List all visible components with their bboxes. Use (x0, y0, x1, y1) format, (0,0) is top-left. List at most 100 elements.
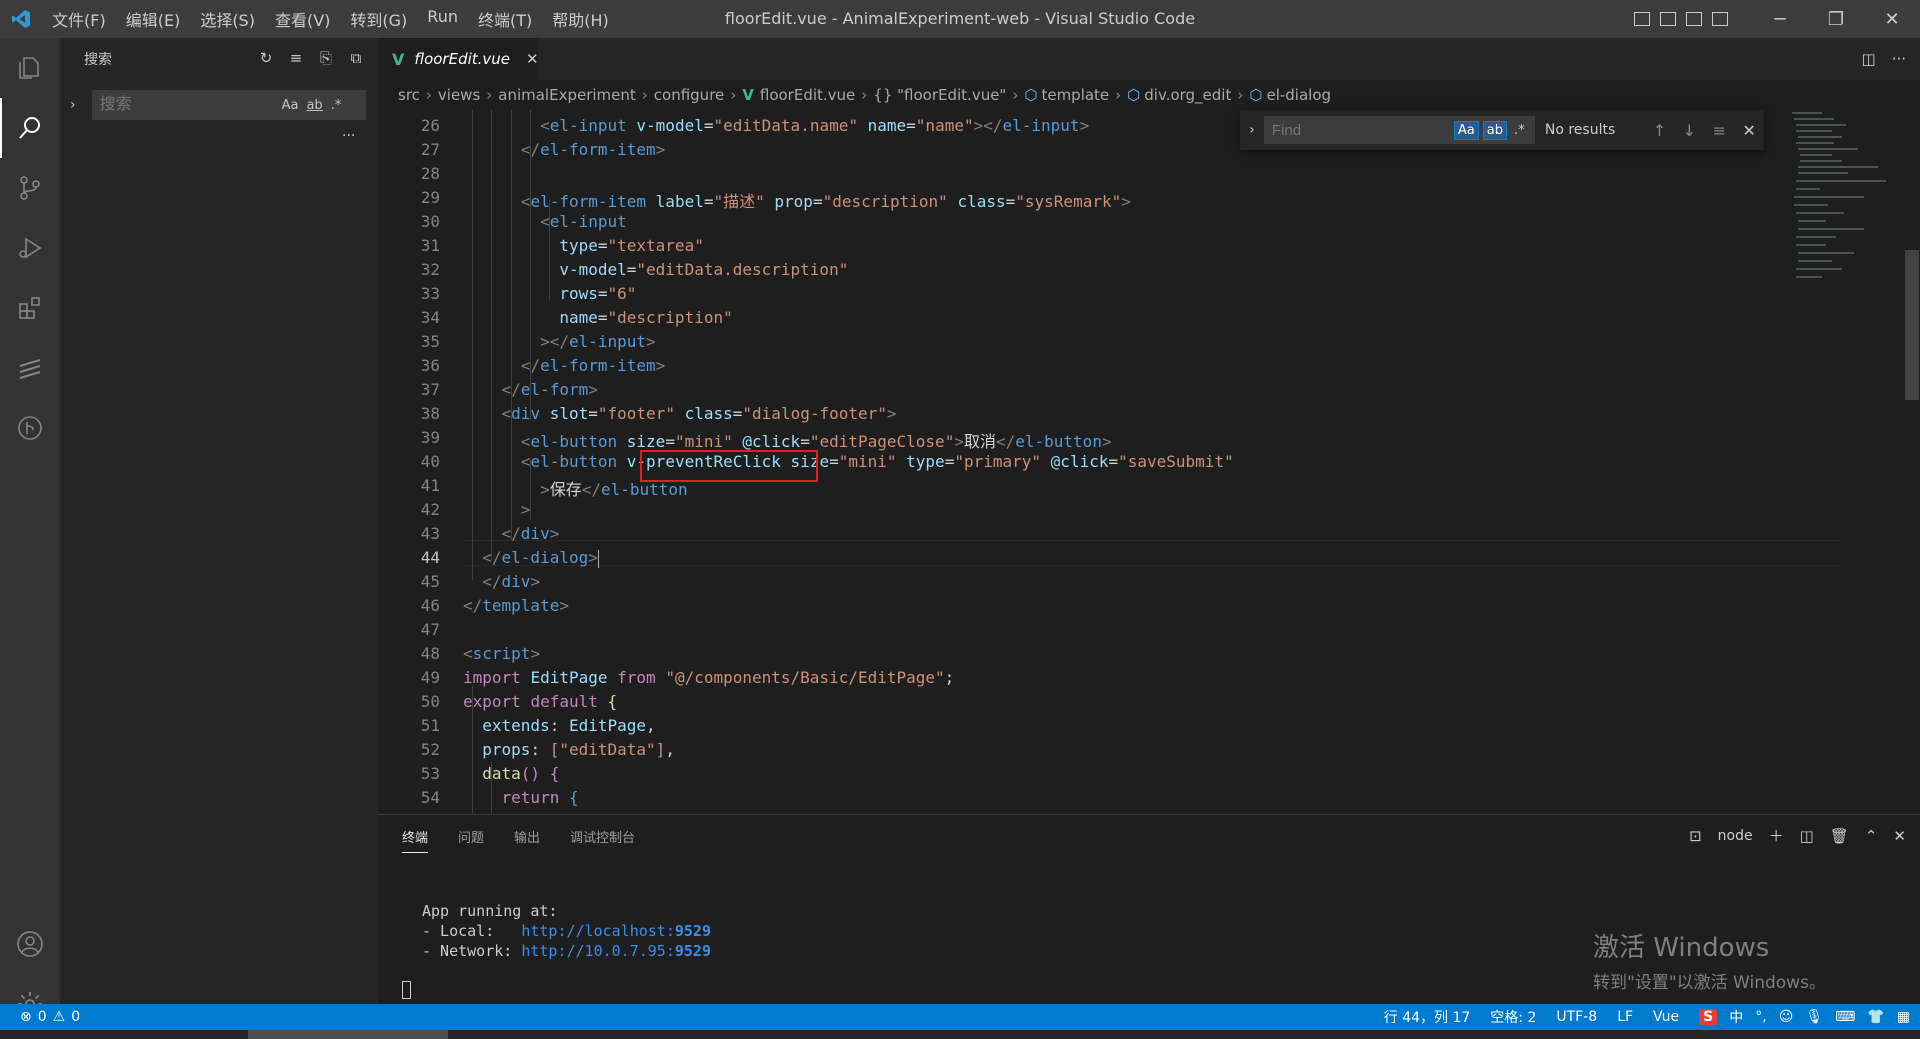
terminal-shell-name[interactable]: node (1718, 828, 1753, 844)
breadcrumb-item[interactable]: el-dialog (1266, 86, 1331, 104)
editor-scrollbar[interactable] (1905, 250, 1919, 400)
line-number: 32 (420, 260, 440, 279)
customize-layout-icon[interactable] (1712, 12, 1728, 26)
menu-file[interactable]: 文件(F) (42, 7, 116, 31)
indentation[interactable]: 空格: 2 (1490, 1007, 1536, 1027)
match-case-toggle[interactable]: Aa (282, 98, 299, 113)
keyboard-icon[interactable]: ⌨ (1835, 1009, 1855, 1025)
watermark-title: 激活 Windows (1593, 933, 1770, 963)
breadcrumb-item[interactable]: views (438, 86, 480, 104)
remote-icon[interactable] (0, 338, 60, 398)
tab-debug-console[interactable]: 调试控制台 (570, 827, 635, 853)
network-url-link[interactable]: http://10.0.7.95: (521, 942, 675, 960)
toggle-sidebar-icon[interactable] (1634, 12, 1650, 26)
cursor-position[interactable]: 行 44，列 17 (1384, 1007, 1471, 1027)
line-number: 35 (420, 332, 440, 351)
find-match-word-toggle[interactable]: ab (1482, 120, 1507, 140)
emoji-icon[interactable]: ☺ (1779, 1009, 1794, 1025)
tab-problems[interactable]: 问题 (458, 827, 484, 853)
skin-icon[interactable]: 👕 (1867, 1009, 1884, 1025)
panel-tabs: 终端 问题 输出 调试控制台 (402, 827, 635, 853)
find-regex-toggle[interactable]: .* (1511, 122, 1528, 139)
menu-go[interactable]: 转到(G) (340, 7, 417, 31)
close-window-button[interactable]: ✕ (1864, 9, 1920, 30)
extensions-icon[interactable] (0, 278, 60, 338)
sogou-s-icon[interactable]: S (1699, 1009, 1718, 1025)
toolbox-icon[interactable]: ▦ (1897, 1009, 1910, 1025)
menu-run[interactable]: Run (417, 7, 468, 31)
microphone-icon[interactable]: 🎙 (1805, 1009, 1823, 1025)
regex-toggle[interactable]: .* (331, 98, 342, 113)
previous-match-icon[interactable]: ↑ (1644, 121, 1674, 140)
split-terminal-icon[interactable]: ◫ (1800, 827, 1814, 845)
next-match-icon[interactable]: ↓ (1674, 121, 1704, 140)
more-actions-icon[interactable]: ··· (1892, 50, 1906, 68)
breadcrumb-item[interactable]: template (1041, 86, 1109, 104)
tab-terminal[interactable]: 终端 (402, 827, 429, 853)
code-line: </el-form-item> (520, 356, 666, 375)
find-input[interactable] (1269, 120, 1454, 140)
end-of-line[interactable]: LF (1617, 1009, 1633, 1025)
menu-help[interactable]: 帮助(H) (542, 7, 619, 31)
punctuation-icon[interactable]: °, (1755, 1009, 1766, 1025)
local-port[interactable]: 9529 (675, 922, 711, 940)
refresh-icon[interactable]: ↻ (258, 50, 274, 66)
problems-status[interactable]: ⊗ 0 ⚠ 0 (0, 1009, 80, 1025)
terminal-output[interactable]: App running at: - Local: http://localhos… (422, 901, 711, 961)
tab-output[interactable]: 输出 (514, 827, 540, 853)
title-bar: 文件(F) 编辑(E) 选择(S) 查看(V) 转到(G) Run 终端(T) … (0, 0, 1920, 38)
search-input[interactable] (97, 95, 282, 115)
breadcrumb-item[interactable]: configure (654, 86, 724, 104)
restore-button[interactable]: ❐ (1808, 9, 1864, 30)
ime-mode[interactable]: 中 (1729, 1007, 1743, 1027)
menu-edit[interactable]: 编辑(E) (116, 7, 191, 31)
code-line: rows="6" (559, 284, 637, 303)
local-url-link[interactable]: http://localhost: (521, 922, 675, 940)
toggle-replace-chevron-icon[interactable]: › (1240, 122, 1264, 138)
source-control-icon[interactable] (0, 158, 60, 218)
toggle-replace-chevron-icon[interactable]: › (70, 97, 76, 113)
network-port[interactable]: 9529 (675, 942, 711, 960)
maximize-panel-icon[interactable]: ⌃ (1865, 827, 1878, 845)
breadcrumb-item[interactable]: animalExperiment (498, 86, 636, 104)
breadcrumb-item[interactable]: {} "floorEdit.vue" (873, 86, 1006, 104)
close-find-icon[interactable]: ✕ (1734, 121, 1764, 140)
symbol-cube-icon: ⬡ (1127, 86, 1141, 104)
search-details-toggle[interactable]: ... (342, 124, 355, 140)
code-editor[interactable]: 26 27 28 29 30 31 32 33 34 35 36 37 38 3… (378, 110, 1920, 814)
horizontal-scrollbar[interactable] (0, 1030, 1920, 1039)
clear-results-icon[interactable]: ≡ (288, 50, 304, 66)
menu-selection[interactable]: 选择(S) (190, 7, 265, 31)
minimize-button[interactable]: ─ (1752, 9, 1808, 30)
close-panel-icon[interactable]: ✕ (1893, 827, 1906, 845)
explorer-icon[interactable] (0, 38, 60, 98)
match-word-toggle[interactable]: ab (306, 98, 322, 113)
language-mode[interactable]: Vue (1653, 1009, 1679, 1025)
find-in-selection-icon[interactable]: ≡ (1704, 121, 1734, 140)
new-terminal-icon[interactable]: ＋ (1769, 825, 1784, 846)
toggle-panel-icon[interactable] (1660, 12, 1676, 26)
code-line: export default { (463, 692, 618, 711)
breadcrumb-item[interactable]: div.org_edit (1144, 86, 1231, 104)
accounts-icon[interactable] (0, 914, 60, 974)
vue-file-icon: V (392, 49, 405, 69)
minimap[interactable] (1790, 110, 1902, 330)
line-number: 45 (420, 572, 440, 591)
breadcrumb-item[interactable]: src (398, 86, 420, 104)
kill-terminal-icon[interactable]: 🗑 (1830, 827, 1849, 845)
run-debug-icon[interactable] (0, 218, 60, 278)
breadcrumb-item[interactable]: floorEdit.vue (760, 86, 855, 104)
split-editor-icon[interactable]: ◫ (1862, 50, 1876, 68)
encoding[interactable]: UTF-8 (1556, 1009, 1597, 1025)
new-search-editor-icon[interactable]: ⎘ (318, 50, 334, 66)
close-tab-icon[interactable]: ✕ (526, 50, 539, 68)
menu-view[interactable]: 查看(V) (265, 7, 340, 31)
find-match-case-toggle[interactable]: Aa (1453, 120, 1479, 140)
menu-terminal[interactable]: 终端(T) (468, 7, 542, 31)
search-icon[interactable] (0, 98, 60, 158)
line-number: 49 (420, 668, 440, 687)
git-graph-icon[interactable] (0, 398, 60, 458)
collapse-all-icon[interactable]: ⧉ (348, 50, 364, 66)
toggle-secondary-sidebar-icon[interactable] (1686, 12, 1702, 26)
tab-flooredit-vue[interactable]: V floorEdit.vue ✕ (378, 38, 539, 80)
